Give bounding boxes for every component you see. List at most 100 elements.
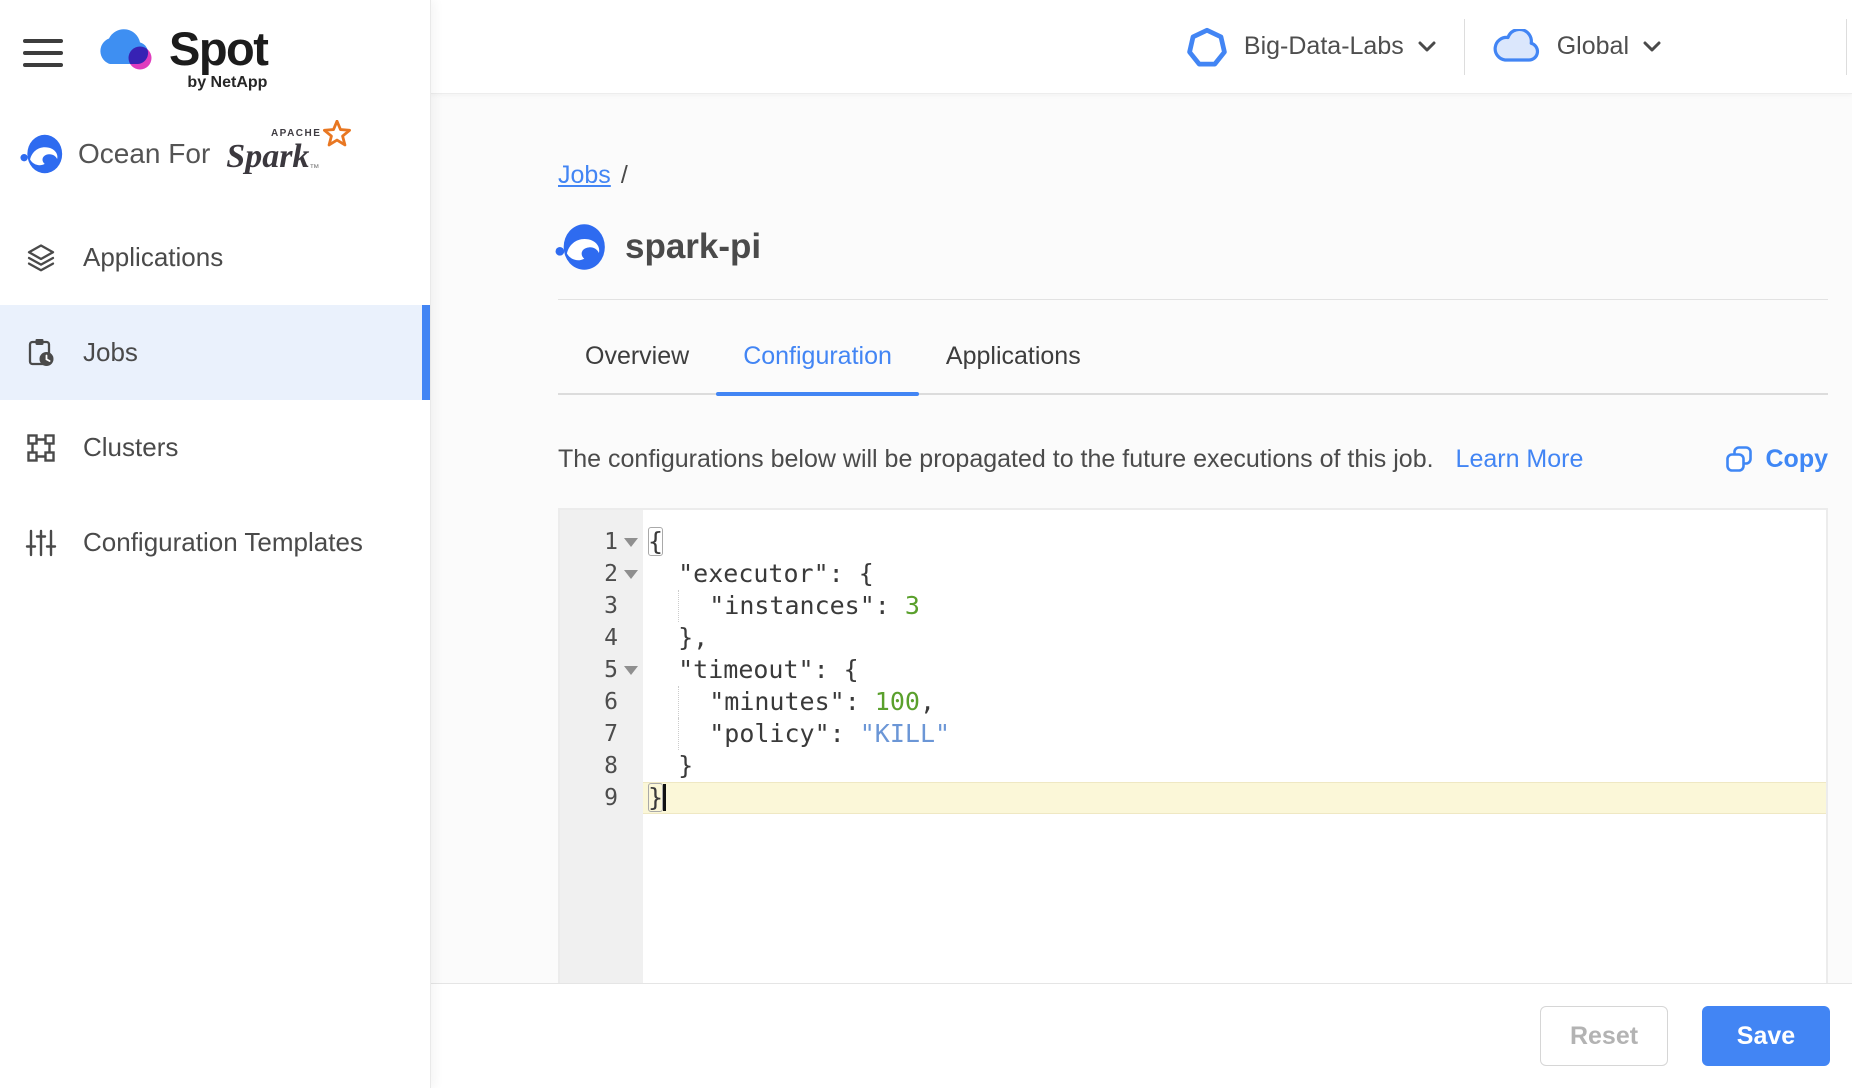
tab-label: Configuration [743,342,892,371]
gutter-line-number: 3 [560,590,643,622]
gutter-line-number: 2 [560,558,643,590]
ocean-wave-icon [20,132,64,176]
tab-label: Overview [585,342,689,371]
code-token [648,687,678,716]
org-name: Big-Data-Labs [1244,32,1404,61]
top-header: Big-Data-Labs Global [430,0,1852,94]
breadcrumb-jobs-link[interactable]: Jobs [558,161,611,189]
code-token: : { [829,559,874,588]
sidebar-item-applications[interactable]: Applications [0,210,430,305]
code-token: } [678,751,693,780]
code-token: }, [678,623,708,652]
code-line[interactable]: { [643,526,1826,558]
spark-wordmark: Spark [226,138,309,175]
gutter-line-number: 5 [560,654,643,686]
code-line[interactable]: "instances": 3 [643,590,1826,622]
config-description: The configurations below will be propaga… [558,445,1434,474]
spot-logo[interactable]: Spot by NetApp [95,26,267,92]
code-line[interactable]: } [643,782,1826,814]
code-token: 3 [905,591,920,620]
fold-arrow-icon[interactable] [624,666,638,675]
copy-label: Copy [1766,445,1829,474]
tab-overview[interactable]: Overview [558,320,716,393]
spark-star-icon [323,120,351,148]
editor-code-area[interactable]: { "executor": { "instances": 3 }, "timeo… [643,510,1826,985]
hamburger-menu-icon[interactable] [23,39,63,67]
code-token [648,719,678,748]
product-ocean-for-spark[interactable]: Ocean For APACHE Spark™ [20,132,345,176]
region-name: Global [1557,32,1629,61]
editor-gutter: 123456789 [560,510,643,985]
tab-configuration[interactable]: Configuration [716,320,919,393]
sliders-icon [25,527,57,559]
org-heptagon-icon [1186,26,1228,68]
code-token: "instances" [709,591,875,620]
code-token: : [875,591,905,620]
sidebar-item-configuration-templates[interactable]: Configuration Templates [0,495,430,590]
code-token [648,559,678,588]
code-token: : [830,719,860,748]
code-line[interactable]: "timeout": { [643,654,1826,686]
cloud-icon [1493,29,1541,65]
cluster-nodes-icon [25,432,57,464]
main-content: Jobs / spark-pi Overview Configuration Ap… [430,93,1852,983]
copy-button[interactable]: Copy [1725,445,1829,474]
page-title-row: spark-pi [555,221,761,273]
json-config-editor[interactable]: 123456789 { "executor": { "instances": 3… [558,508,1828,985]
sidebar-item-clusters[interactable]: Clusters [0,400,430,495]
tab-applications[interactable]: Applications [919,320,1108,393]
config-description-row: The configurations below will be propaga… [558,441,1828,477]
sidebar-item-label: Clusters [83,432,178,463]
code-token [648,751,678,780]
header-divider [1464,19,1465,75]
sidebar-item-label: Applications [83,242,223,273]
fold-arrow-icon[interactable] [624,570,638,579]
code-token [648,623,678,652]
reset-button[interactable]: Reset [1540,1006,1668,1066]
gutter-line-number: 8 [560,750,643,782]
active-nav-indicator [422,305,430,400]
sidebar-item-label: Configuration Templates [83,527,363,558]
app-root: Spot by NetApp Ocean For APACHE [0,0,1852,1088]
sidebar-item-label: Jobs [83,337,138,368]
code-line[interactable]: } [643,750,1826,782]
org-switcher[interactable]: Big-Data-Labs [1186,26,1436,68]
learn-more-link[interactable]: Learn More [1456,445,1584,474]
page-title: spark-pi [625,227,761,267]
code-token [679,687,709,716]
code-token: "KILL" [860,719,950,748]
layers-icon [25,242,57,274]
code-token: : { [814,655,859,684]
spark-trademark: ™ [309,163,319,174]
code-line[interactable]: "minutes": 100, [643,686,1826,718]
region-switcher[interactable]: Global [1493,29,1661,65]
code-token: : [845,687,875,716]
code-token: "timeout" [678,655,813,684]
code-token [648,591,678,620]
code-line[interactable]: "executor": { [643,558,1826,590]
save-button[interactable]: Save [1702,1006,1830,1066]
chevron-down-icon [1418,41,1436,52]
footer-action-bar: Reset Save [430,983,1852,1088]
spot-byline: by NetApp [187,74,267,92]
code-token: 100 [875,687,920,716]
title-divider [558,299,1828,300]
sidebar-item-jobs[interactable]: Jobs [0,305,430,400]
gutter-line-number: 4 [560,622,643,654]
fold-arrow-icon[interactable] [624,538,638,547]
code-token [648,655,678,684]
tab-bar: Overview Configuration Applications [558,320,1828,395]
apache-label: APACHE [271,128,321,139]
apache-spark-logo: APACHE Spark™ [226,134,345,174]
chevron-down-icon [1643,41,1661,52]
code-token: { [648,527,663,556]
code-line[interactable]: }, [643,622,1826,654]
code-token: "policy" [709,719,829,748]
product-name-prefix: Ocean For [78,138,210,170]
code-token [679,719,709,748]
breadcrumb-separator: / [621,161,628,189]
spot-wordmark: Spot [169,26,267,72]
code-line[interactable]: "policy": "KILL" [643,718,1826,750]
tab-label: Applications [946,342,1081,371]
spot-cloud-icon [95,26,157,72]
